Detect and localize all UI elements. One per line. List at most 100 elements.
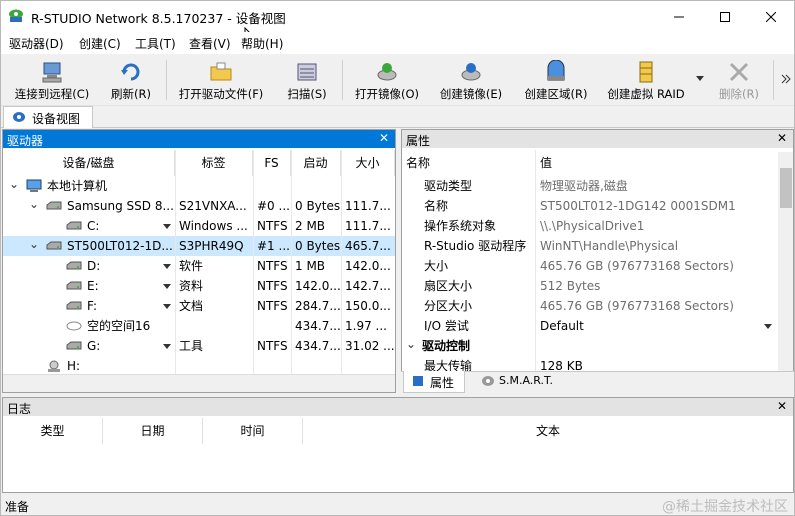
close-icon[interactable]: ✕	[379, 131, 389, 145]
close-button[interactable]	[748, 1, 794, 32]
property-row[interactable]: I/O 尝试 Default	[402, 316, 778, 336]
property-row[interactable]: R-Studio 驱动程序 WinNT\Handle\Physical	[402, 236, 778, 256]
property-row[interactable]: ⌄ 驱动控制	[402, 336, 778, 356]
property-value: 465.76 GB (976773168 Sectors)	[540, 299, 734, 313]
tab-device-view[interactable]: 设备视图	[3, 106, 93, 128]
open-drive-file-button[interactable]: 打开驱动文件(F)	[171, 58, 271, 102]
menu-help[interactable]: 帮助(H)	[241, 35, 283, 52]
property-name: 分区大小	[424, 299, 473, 313]
scan-button[interactable]: 扫描(S)	[277, 58, 337, 102]
create-region-button[interactable]: 创建区域(R)	[516, 58, 596, 102]
property-row[interactable]: 分区大小 465.76 GB (976773168 Sectors)	[402, 296, 778, 316]
menu-tools[interactable]: 工具(T)	[135, 35, 176, 52]
minimize-button[interactable]	[656, 1, 702, 32]
horizontal-scrollbar[interactable]	[3, 374, 395, 392]
expand-icon[interactable]: ⌄	[29, 237, 39, 251]
property-value[interactable]: Default	[540, 316, 776, 336]
chevron-down-icon[interactable]	[163, 284, 171, 289]
column-device[interactable]: 设备/磁盘	[3, 150, 175, 176]
cell-start: 2 MB	[295, 219, 326, 233]
prop-column-value[interactable]: 值	[540, 154, 552, 171]
close-icon[interactable]: ✕	[777, 399, 787, 413]
cell-size: 111.7...	[345, 219, 391, 233]
toolbar-separator	[773, 60, 774, 100]
property-name: 大小	[424, 259, 449, 273]
cell-size	[345, 356, 395, 376]
cell-name: 本地计算机	[47, 179, 108, 193]
table-row[interactable]: F: 文档 NTFS 284.7... 150.0...	[3, 296, 395, 316]
cell-label	[179, 316, 253, 336]
chevron-down-icon[interactable]	[163, 344, 171, 349]
expand-icon[interactable]: ⌄	[29, 197, 39, 211]
create-virtual-raid-button[interactable]: 创建虚拟 RAID	[601, 58, 691, 102]
refresh-button[interactable]: 刷新(R)	[101, 58, 161, 102]
column-fs[interactable]: FS	[253, 150, 291, 176]
table-row[interactable]: 空的空间16 434.7... 1.97 ...	[3, 316, 395, 336]
expand-icon[interactable]: ⌄	[9, 177, 19, 191]
app-icon	[9, 9, 23, 22]
property-name: R-Studio 驱动程序	[424, 239, 527, 253]
table-row[interactable]: H:	[3, 356, 395, 376]
chevron-down-icon[interactable]	[163, 304, 171, 309]
table-row[interactable]: C: Windows ... NTFS 2 MB 111.7...	[3, 216, 395, 236]
open-image-button[interactable]: 打开镜像(O)	[347, 58, 427, 102]
hdd-icon	[46, 241, 62, 250]
property-row[interactable]: 操作系统对象 \\.\PhysicalDrive1	[402, 216, 778, 236]
log-column-date[interactable]: 日期	[103, 418, 203, 444]
column-size[interactable]: 大小	[341, 150, 395, 176]
property-name: 驱动控制	[422, 339, 471, 353]
property-row[interactable]: 大小 465.76 GB (976773168 Sectors)	[402, 256, 778, 276]
menu-drives[interactable]: 驱动器(D)	[9, 35, 64, 52]
property-row[interactable]: 扇区大小 512 Bytes	[402, 276, 778, 296]
column-label[interactable]: 标签	[175, 150, 253, 176]
drives-panel: 驱动器 ✕ 设备/磁盘 标签 FS 启动 大小 ⌄ 本地计算机 ⌄ Samsung S…	[2, 129, 396, 393]
cell-fs	[257, 176, 291, 196]
table-row[interactable]: ⌄ Samsung SSD 8... S21VNXA... #0 ... 0 Bytes…	[3, 196, 395, 216]
cell-label	[179, 356, 253, 376]
property-row[interactable]: 驱动类型 物理驱动器,磁盘	[402, 176, 778, 196]
table-row[interactable]: G: 工具 NTFS 434.7... 31.02 ...	[3, 336, 395, 356]
chevron-down-icon[interactable]	[696, 76, 704, 82]
property-name: 名称	[424, 199, 449, 213]
menu-bar: 驱动器(D) 创建(C) 工具(T) 查看(V) 帮助(H)	[1, 32, 794, 54]
table-row[interactable]: D: 软件 NTFS 1 MB 142.0...	[3, 256, 395, 276]
watermark: @稀土掘金技术社区	[662, 499, 788, 515]
property-row[interactable]: 名称 ST500LT012-1DG142 0001SDM1	[402, 196, 778, 216]
cell-fs	[257, 316, 291, 336]
title-bar[interactable]: R-STUDIO Network 8.5.170237 - 设备视图	[1, 1, 794, 45]
drive-icon	[66, 281, 82, 290]
expand-icon[interactable]: ⌄	[406, 337, 416, 351]
column-start[interactable]: 启动	[291, 150, 341, 176]
table-row[interactable]: E: 资料 NTFS 142.0... 142.7...	[3, 276, 395, 296]
chevron-down-icon[interactable]	[764, 324, 772, 329]
app-window: R-STUDIO Network 8.5.170237 - 设备视图 驱动器(D…	[0, 0, 795, 516]
connect-remote-button[interactable]: 连接到远程(C)	[7, 58, 97, 102]
drive-icon	[66, 221, 82, 230]
create-image-button[interactable]: 创建镜像(E)	[431, 58, 511, 102]
menu-create[interactable]: 创建(C)	[79, 35, 121, 52]
table-row[interactable]: ⌄ ST500LT012-1D... S3PHR49Q #1 ... 0 Bytes 46…	[3, 236, 395, 256]
chevron-down-icon[interactable]	[163, 264, 171, 269]
close-icon	[766, 11, 776, 22]
maximize-button[interactable]	[702, 1, 748, 32]
toolbar-overflow-icon[interactable]	[781, 74, 791, 84]
tab-properties[interactable]: 属性	[403, 371, 465, 393]
close-icon[interactable]: ✕	[777, 131, 787, 145]
table-row[interactable]: ⌄ 本地计算机	[3, 176, 395, 196]
log-column-type[interactable]: 类型	[3, 418, 103, 444]
cell-name: E:	[87, 279, 99, 293]
cell-name: 空的空间16	[87, 319, 151, 333]
property-name: 扇区大小	[424, 279, 473, 293]
log-column-text[interactable]: 文本	[303, 418, 793, 444]
prop-column-name[interactable]: 名称	[406, 154, 430, 171]
chevron-down-icon[interactable]	[163, 224, 171, 229]
property-value: 465.76 GB (976773168 Sectors)	[540, 259, 734, 273]
cell-fs	[257, 356, 291, 376]
log-column-time[interactable]: 时间	[203, 418, 303, 444]
cell-label	[179, 176, 253, 196]
menu-view[interactable]: 查看(V)	[189, 35, 231, 52]
cell-size: 465.7...	[345, 239, 391, 253]
delete-button[interactable]: 删除(R)	[709, 58, 769, 102]
vertical-scrollbar[interactable]	[778, 152, 793, 372]
tab-smart[interactable]: S.M.A.R.T.	[479, 374, 574, 392]
